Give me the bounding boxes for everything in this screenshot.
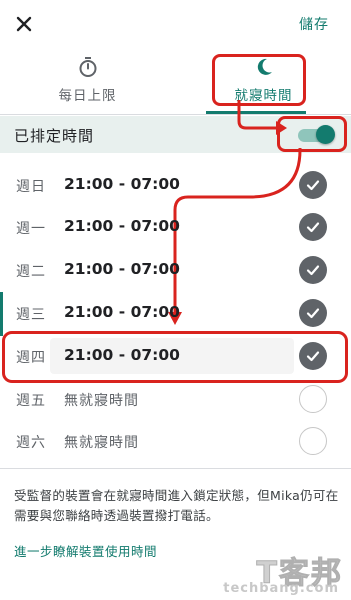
day-checkbox[interactable] bbox=[299, 427, 327, 455]
day-label: 週日 bbox=[16, 179, 46, 195]
timer-icon bbox=[79, 57, 96, 77]
watermark-logo: T客邦 techbang.com bbox=[223, 548, 345, 597]
check-icon bbox=[306, 308, 320, 319]
day-label: 週二 bbox=[16, 264, 46, 280]
check-icon bbox=[306, 180, 320, 191]
save-button[interactable]: 儲存 bbox=[299, 14, 329, 34]
footer-description: 受監督的裝置會在就寢時間進入鎖定狀態，但Mika仍可在需要與您聯絡時透過裝置撥打… bbox=[14, 488, 339, 523]
watermark-url: techbang.com bbox=[223, 581, 339, 596]
check-icon bbox=[306, 265, 320, 276]
day-time: 21:00 - 07:00 bbox=[64, 217, 180, 235]
day-checkbox[interactable] bbox=[299, 256, 327, 284]
day-checkbox[interactable] bbox=[299, 299, 327, 327]
day-checkbox[interactable] bbox=[299, 171, 327, 199]
annotation-box-tab bbox=[212, 54, 306, 106]
day-time: 21:00 - 07:00 bbox=[64, 303, 180, 321]
day-label: 週五 bbox=[16, 393, 46, 409]
close-icon bbox=[16, 16, 32, 32]
divider bbox=[0, 468, 351, 469]
annotation-box-toggle bbox=[277, 116, 347, 152]
annotation-box-row bbox=[2, 331, 348, 383]
schedule-title: 已排定時間 bbox=[14, 127, 95, 145]
day-label: 週三 bbox=[16, 307, 46, 323]
day-row[interactable]: 週日 21:00 - 07:00 bbox=[0, 165, 351, 207]
day-row[interactable]: 週一 21:00 - 07:00 bbox=[0, 207, 351, 249]
close-button[interactable] bbox=[8, 8, 40, 40]
tab-daily-limit[interactable]: 每日上限 bbox=[0, 50, 175, 114]
day-row[interactable]: 週五 無就寢時間 bbox=[0, 379, 351, 421]
top-bar: 儲存 bbox=[0, 0, 351, 48]
day-label: 週六 bbox=[16, 435, 46, 451]
day-row[interactable]: 週二 21:00 - 07:00 bbox=[0, 250, 351, 292]
day-label: 週一 bbox=[16, 221, 46, 237]
learn-more-link[interactable]: 進一步瞭解裝置使用時間 bbox=[14, 541, 157, 560]
day-row[interactable]: 週六 無就寢時間 bbox=[0, 421, 351, 463]
tab-underline bbox=[206, 111, 306, 114]
day-time: 無就寢時間 bbox=[64, 435, 139, 451]
day-time: 21:00 - 07:00 bbox=[64, 260, 180, 278]
day-time: 無就寢時間 bbox=[64, 393, 139, 409]
check-icon bbox=[306, 222, 320, 233]
day-checkbox[interactable] bbox=[299, 213, 327, 241]
tab-label: 每日上限 bbox=[58, 88, 117, 104]
day-row[interactable]: 週三 21:00 - 07:00 bbox=[0, 293, 351, 335]
day-time: 21:00 - 07:00 bbox=[64, 175, 180, 193]
day-checkbox[interactable] bbox=[299, 385, 327, 413]
